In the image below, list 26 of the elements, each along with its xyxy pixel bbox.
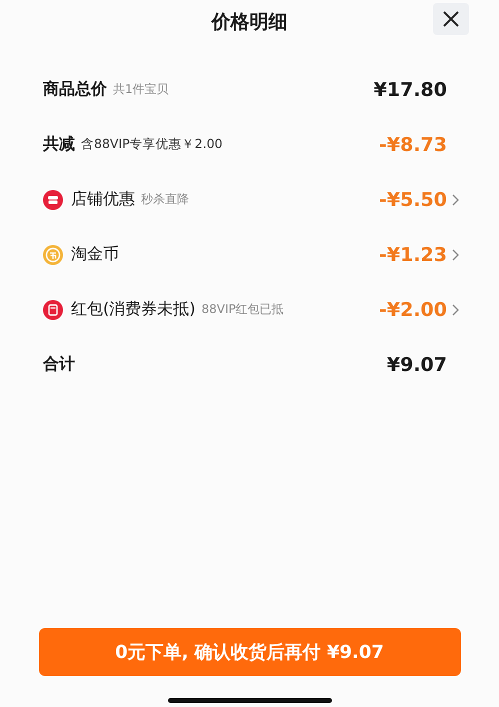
row-label: 商品总价	[43, 79, 107, 100]
row-note: 含88VIP专享优惠￥2.00	[81, 136, 223, 153]
row-label: 淘金币	[71, 244, 119, 265]
chevron-icon[interactable]	[452, 304, 459, 316]
shop-icon	[43, 190, 63, 210]
chevron-icon[interactable]	[452, 248, 459, 260]
chevron-icon[interactable]	[452, 194, 459, 206]
row-note: 共1件宝贝	[113, 81, 169, 98]
row-note: 88VIP红包已抵	[201, 301, 284, 318]
amount: -¥8.73	[379, 134, 447, 156]
close-button[interactable]	[433, 3, 469, 35]
coin-icon	[43, 244, 63, 264]
row-label: 红包(消费券未抵)	[71, 299, 196, 320]
row-label: 店铺优惠	[71, 189, 135, 210]
amount: -¥1.23	[379, 244, 447, 266]
amount: -¥5.50	[379, 188, 447, 210]
row-label: 合计	[43, 354, 75, 375]
pay-button[interactable]: 0元下单, 确认收货后再付 ¥9.07	[38, 628, 460, 676]
dialog-title: 价格明细	[212, 10, 288, 35]
row-label: 共减	[43, 134, 75, 155]
amount: ¥9.07	[386, 354, 447, 376]
row-note: 秒杀直降	[141, 191, 189, 208]
envelope-icon	[43, 300, 63, 320]
amount: -¥2.00	[379, 298, 447, 320]
amount: ¥17.80	[374, 78, 447, 100]
close-icon	[442, 10, 460, 28]
